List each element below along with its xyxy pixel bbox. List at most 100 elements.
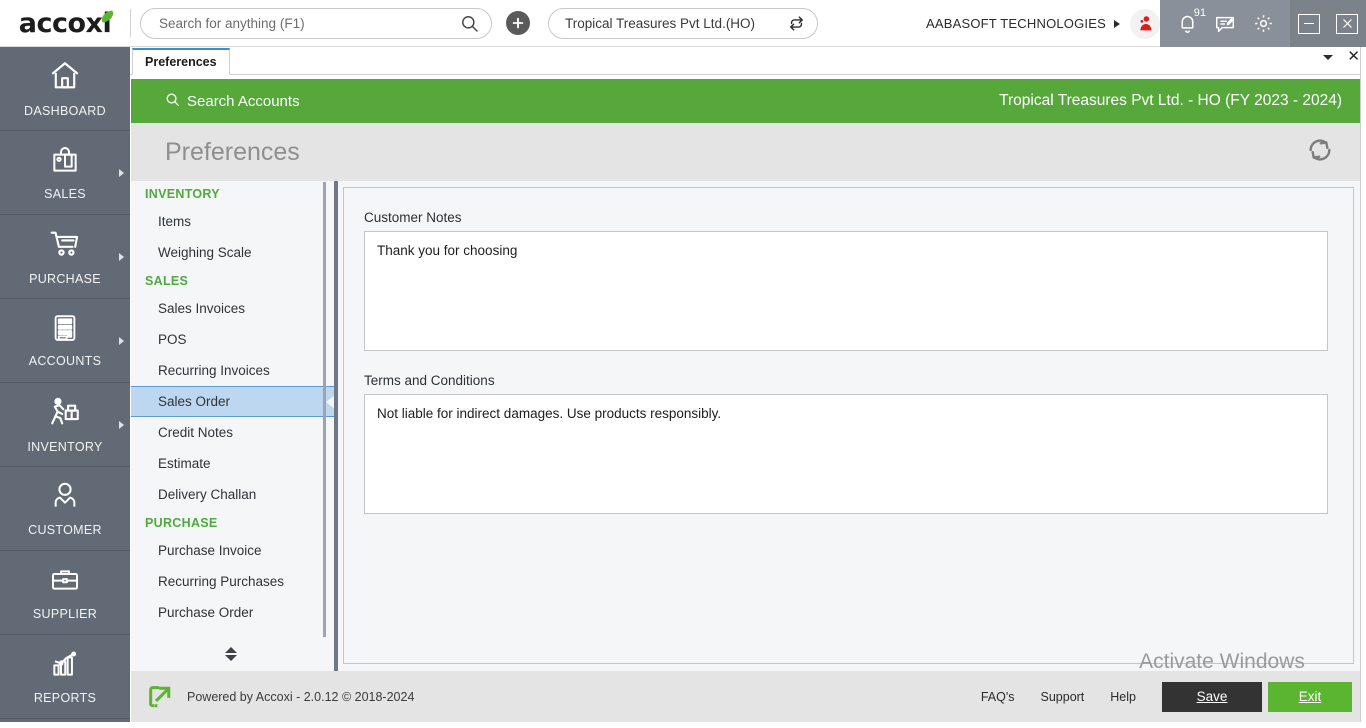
shopping-bag-icon — [49, 144, 81, 181]
nav-item-estimate[interactable]: Estimate — [131, 448, 334, 479]
main-sidebar: DASHBOARD SALES PURCHASE — [0, 47, 130, 728]
customer-notes-input[interactable] — [364, 231, 1328, 351]
nav-item-purchase-order[interactable]: Purchase Order — [131, 597, 334, 628]
company-fiscal-title: Tropical Treasures Pvt Ltd. - HO (FY 202… — [999, 92, 1342, 110]
nav-item-sales-invoices[interactable]: Sales Invoices — [131, 293, 334, 324]
exit-button[interactable]: Exit — [1268, 682, 1352, 712]
nav-group-sales: SALES — [131, 268, 334, 293]
sidebar-item-label: SUPPLIER — [33, 607, 97, 621]
nav-group-purchase: PURCHASE — [131, 510, 334, 535]
footer-version-text: Powered by Accoxi - 2.0.12 © 2018-2024 — [187, 690, 414, 704]
avatar[interactable] — [1130, 9, 1160, 39]
sidebar-item-reports[interactable]: REPORTS — [0, 635, 130, 719]
person-icon — [49, 480, 81, 517]
nav-scrollbar-thumb[interactable] — [323, 182, 326, 637]
nav-item-credit-notes[interactable]: Credit Notes — [131, 417, 334, 448]
chevron-right-icon — [119, 253, 124, 261]
footer-link-support[interactable]: Support — [1041, 690, 1085, 704]
refresh-icon[interactable] — [1304, 134, 1336, 171]
nav-item-weighing-scale[interactable]: Weighing Scale — [131, 237, 334, 268]
sidebar-item-accounts[interactable]: ACCOUNTS — [0, 299, 130, 383]
page-title: Preferences — [165, 138, 300, 167]
nav-item-recurring-purchases[interactable]: Recurring Purchases — [131, 566, 334, 597]
nav-item-label: Weighing Scale — [158, 245, 252, 260]
window-frame-bottom — [0, 722, 1366, 728]
window-controls — [1290, 0, 1366, 47]
application-window: accoxi Tropical Treasures Pvt Ltd.(HO) — [0, 0, 1366, 728]
global-search[interactable] — [140, 8, 492, 39]
save-button[interactable]: Save — [1162, 682, 1262, 712]
nav-item-delivery-challan[interactable]: Delivery Challan — [131, 479, 334, 510]
tab-preferences[interactable]: Preferences — [132, 48, 230, 75]
brand-name: accoxi — [19, 8, 111, 39]
preferences-panel: Customer Notes Terms and Conditions — [343, 187, 1354, 664]
preferences-nav-list: INVENTORY Items Weighing Scale SALES Sal… — [131, 181, 334, 671]
spacer — [364, 356, 1328, 373]
search-icon[interactable] — [460, 14, 479, 33]
nav-item-label: Sales Order — [158, 394, 230, 409]
exit-button-label: Exit — [1299, 689, 1322, 704]
sidebar-item-label: DASHBOARD — [24, 104, 106, 118]
sidebar-item-inventory[interactable]: INVENTORY — [0, 383, 130, 467]
message-edit-icon[interactable] — [1212, 11, 1238, 37]
nav-item-label: Delivery Challan — [158, 487, 256, 502]
close-icon[interactable]: ✕ — [1347, 50, 1360, 64]
switch-company-icon[interactable] — [788, 15, 805, 32]
close-button[interactable] — [1336, 14, 1358, 34]
nav-item-label: Recurring Invoices — [158, 363, 270, 378]
footer-link-faqs[interactable]: FAQ's — [981, 690, 1015, 704]
footer-link-help[interactable]: Help — [1110, 690, 1136, 704]
search-accounts-label: Search Accounts — [187, 93, 300, 110]
scroll-up-icon[interactable] — [225, 647, 237, 653]
minimize-button[interactable] — [1298, 14, 1320, 34]
nav-item-pos[interactable]: POS — [131, 324, 334, 355]
tab-strip: Preferences ✕ — [130, 47, 1366, 75]
page-header: Preferences — [131, 123, 1360, 181]
chevron-down-icon[interactable] — [1323, 55, 1333, 60]
chevron-right-icon[interactable] — [1114, 20, 1120, 28]
panel-splitter[interactable] — [334, 181, 338, 671]
nav-group-inventory: INVENTORY — [131, 181, 334, 206]
chevron-right-icon — [119, 169, 124, 177]
app-logo: accoxi — [0, 0, 130, 47]
nav-item-sales-order[interactable]: Sales Order — [131, 386, 334, 417]
notification-count: 91 — [1194, 7, 1206, 19]
add-new-button[interactable] — [506, 11, 530, 35]
sidebar-item-purchase[interactable]: PURCHASE — [0, 215, 130, 299]
sidebar-item-supplier[interactable]: SUPPLIER — [0, 551, 130, 635]
nav-item-label: Purchase Invoice — [158, 543, 262, 558]
bell-icon[interactable]: 91 — [1174, 11, 1200, 37]
sidebar-item-label: PURCHASE — [29, 272, 101, 286]
window-frame-right — [1360, 47, 1366, 728]
nav-item-label: Estimate — [158, 456, 211, 471]
sidebar-item-dashboard[interactable]: DASHBOARD — [0, 47, 130, 131]
calculator-icon — [50, 313, 80, 348]
user-menu[interactable]: AABASOFT TECHNOLOGIES — [926, 0, 1160, 47]
nav-item-purchase-invoice[interactable]: Purchase Invoice — [131, 535, 334, 566]
sidebar-item-label: ACCOUNTS — [29, 354, 102, 368]
sidebar-item-label: CUSTOMER — [28, 523, 102, 537]
nav-scroll-spinner[interactable] — [225, 647, 237, 661]
briefcase-icon — [49, 564, 81, 601]
terms-and-conditions-input[interactable] — [364, 394, 1328, 514]
scroll-down-icon[interactable] — [225, 655, 237, 661]
nav-item-label: Recurring Purchases — [158, 574, 284, 589]
chevron-right-icon — [119, 421, 124, 429]
company-selector[interactable]: Tropical Treasures Pvt Ltd.(HO) — [548, 8, 818, 39]
search-input[interactable] — [159, 16, 460, 31]
nav-item-label: Purchase Order — [158, 605, 253, 620]
save-button-label: Save — [1197, 689, 1228, 704]
bar-chart-icon — [49, 648, 81, 685]
sidebar-item-customer[interactable]: CUSTOMER — [0, 467, 130, 551]
nav-item-recurring-invoices[interactable]: Recurring Invoices — [131, 355, 334, 386]
sidebar-item-label: INVENTORY — [27, 440, 102, 454]
warehouse-worker-icon — [48, 395, 82, 434]
divider — [130, 9, 131, 37]
nav-item-items[interactable]: Items — [131, 206, 334, 237]
search-icon — [165, 92, 180, 111]
gear-icon[interactable] — [1250, 11, 1276, 37]
nav-item-label: Items — [158, 214, 191, 229]
tab-label: Preferences — [145, 55, 217, 69]
sidebar-item-sales[interactable]: SALES — [0, 131, 130, 215]
search-accounts-button[interactable]: Search Accounts — [165, 92, 300, 111]
